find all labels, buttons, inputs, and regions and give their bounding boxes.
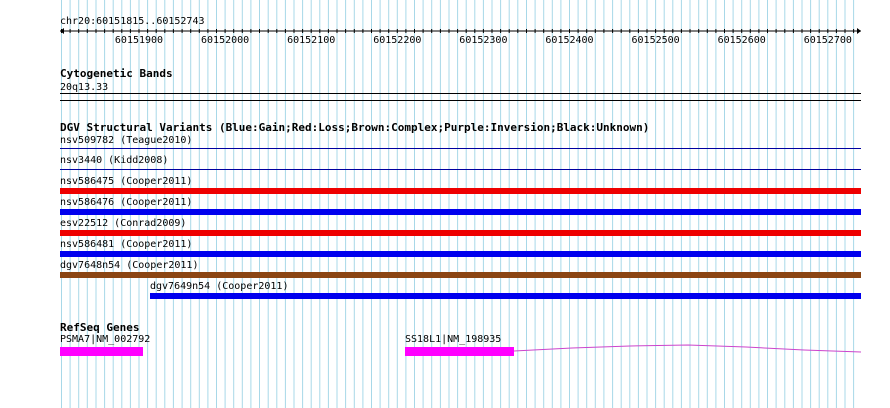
dgv-feature-bar[interactable] xyxy=(60,272,861,278)
dgv-feature-bar[interactable] xyxy=(60,188,861,194)
gene-label[interactable]: PSMA7|NM_002792 xyxy=(60,334,150,345)
gene-exon[interactable] xyxy=(405,347,514,356)
dgv-feature-label[interactable]: dgv7649n54 (Cooper2011) xyxy=(150,281,288,292)
ruler-arrow xyxy=(857,28,861,34)
dgv-feature-label[interactable]: nsv586481 (Cooper2011) xyxy=(60,239,192,250)
dgv-feature-line[interactable] xyxy=(60,148,861,149)
refseq-track-title: RefSeq Genes xyxy=(60,321,140,334)
ruler-tick-label: 60152700 xyxy=(803,35,852,46)
dgv-feature-label[interactable]: dgv7648n54 (Cooper2011) xyxy=(60,260,198,271)
dgv-feature-label[interactable]: nsv3440 (Kidd2008) xyxy=(60,155,168,166)
cytoband-track-title: Cytogenetic Bands xyxy=(60,67,173,80)
cytoband-label[interactable]: 20q13.33 xyxy=(60,82,108,93)
cytoband-line-top xyxy=(60,93,861,94)
dgv-feature-bar[interactable] xyxy=(150,293,861,299)
location-label: chr20:60151815..60152743 xyxy=(60,16,205,27)
dgv-feature-bar[interactable] xyxy=(60,230,861,236)
dgv-feature-bar[interactable] xyxy=(60,209,861,215)
ruler-tick-label: 60152200 xyxy=(373,35,422,46)
dgv-feature-bar[interactable] xyxy=(60,251,861,257)
dgv-feature-label[interactable]: nsv586475 (Cooper2011) xyxy=(60,176,192,187)
gene-label[interactable]: SS18L1|NM_198935 xyxy=(405,334,501,345)
dgv-feature-label[interactable]: nsv509782 (Teague2010) xyxy=(60,135,192,146)
dgv-feature-line[interactable] xyxy=(60,169,861,170)
ruler-tick-label: 60152600 xyxy=(717,35,766,46)
gene-intron[interactable] xyxy=(514,342,862,356)
ruler-tick-label: 60151900 xyxy=(114,35,164,46)
gene-exon[interactable] xyxy=(60,347,143,356)
dgv-feature-label[interactable]: nsv586476 (Cooper2011) xyxy=(60,197,192,208)
ruler-tick-label: 60152300 xyxy=(459,35,508,46)
dgv-track-title: DGV Structural Variants (Blue:Gain;Red:L… xyxy=(60,121,650,134)
cytoband-line-bottom xyxy=(60,100,861,101)
ruler-tick-label: 60152000 xyxy=(201,35,250,46)
genome-browser-view: chr20:60151815..60152743 60151900 6015200… xyxy=(0,0,890,408)
dgv-feature-label[interactable]: esv22512 (Conrad2009) xyxy=(60,218,186,229)
ruler-tick-label: 60152500 xyxy=(631,35,680,46)
ruler-tick-label: 60152400 xyxy=(545,35,594,46)
ruler-tick-label: 60152100 xyxy=(287,35,336,46)
